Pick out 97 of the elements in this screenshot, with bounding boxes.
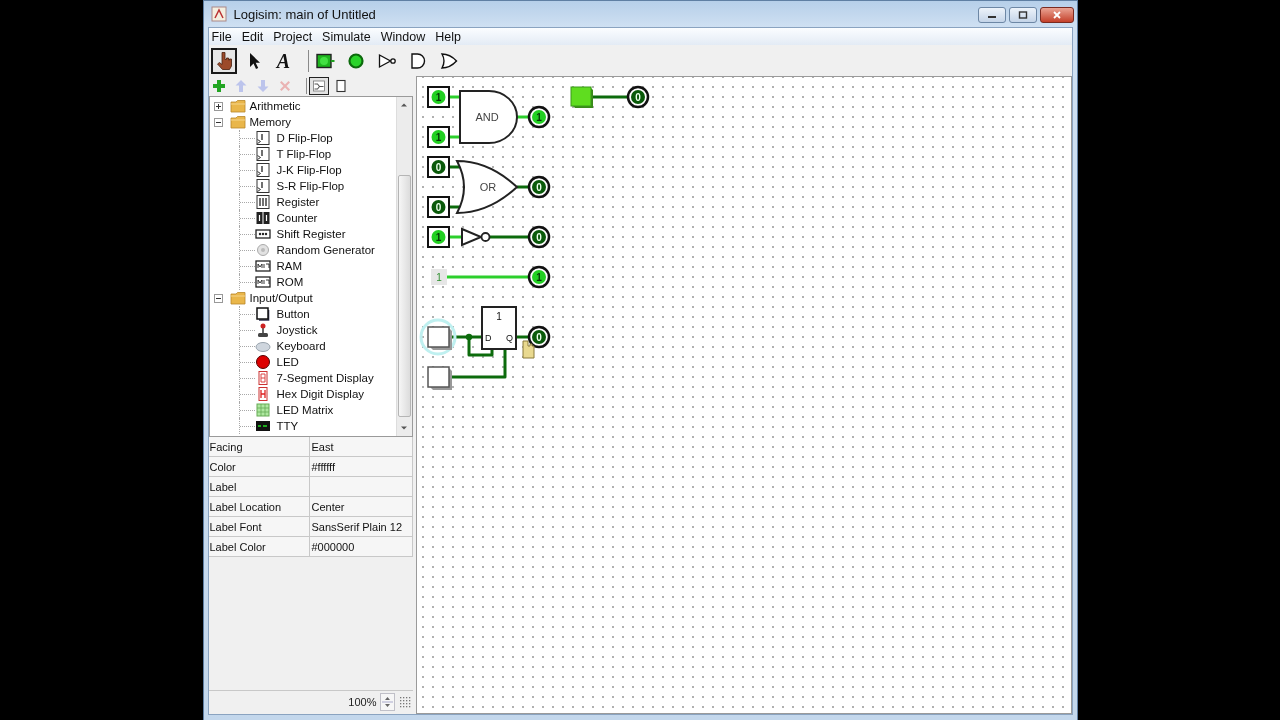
poke-tool-button[interactable] [210,47,237,74]
tree-item[interactable]: Shift Register [276,228,346,240]
flip-flop-icon [254,178,271,194]
or-gate: OR [455,160,518,214]
menu-item[interactable]: Window [380,29,426,44]
cursor-icon [522,340,534,359]
close-button[interactable] [1039,7,1074,23]
tree-expander-icon[interactable] [213,101,223,111]
flip-flop-icon [254,162,271,178]
and-gate: AND [458,90,518,144]
menu-item[interactable]: Project [273,29,313,44]
tree-item[interactable]: Joystick [276,324,318,336]
flip-flop: 1 D Q [480,306,517,350]
tree-item[interactable]: Keyboard [276,340,326,352]
menu-item[interactable]: File [211,29,232,44]
tree-item[interactable]: T Flip-Flop [276,148,332,160]
tree-item[interactable]: J-K Flip-Flop [276,164,342,176]
input-pin[interactable]: 1 [426,86,450,108]
folder-icon [229,290,246,306]
menu-item[interactable]: Edit [241,29,264,44]
tree-item[interactable]: Arithmetic [249,100,301,112]
led-icon [254,354,271,370]
terminal-icon [254,418,271,434]
attribute-name: Label Color [208,537,310,557]
tree-item[interactable]: Input/Output [249,292,313,304]
window-title: Logisim: main of Untitled [233,6,376,22]
tree-item[interactable]: Counter [276,212,318,224]
folder-icon [229,98,246,114]
flip-flop-icon [254,146,271,162]
tree-item[interactable]: Register [276,196,320,208]
disc-icon [254,242,271,258]
tree-item[interactable]: ROM [276,276,304,288]
output-pin: 0 [527,225,550,249]
attribute-name: Facing [208,437,310,457]
push-button[interactable] [426,326,452,350]
shift-register-icon [254,226,271,242]
tree-item[interactable]: TTY [276,420,299,432]
folder-icon [229,114,246,130]
memory-chip-icon [254,274,271,290]
grid-icon [398,695,411,708]
minimize-button[interactable] [977,7,1006,23]
circuit-layout-icon [311,79,326,93]
tree-item[interactable]: Memory [249,116,292,128]
tree-expander-icon[interactable] [213,117,223,127]
up-arrow-icon [233,79,248,93]
tree-item[interactable]: LED [276,356,299,368]
zoom-level: 100% [348,695,377,708]
or-gate-icon [438,50,459,71]
constant: 1 [430,269,447,285]
tree-item[interactable]: Hex Digit Display [276,388,365,400]
led-matrix-icon [254,402,271,418]
attribute-value[interactable]: #000000 [309,537,412,557]
attribute-value[interactable]: #ffffff [309,457,412,477]
tree-item[interactable]: Button [276,308,310,320]
flip-flop-icon [254,130,271,146]
maximize-icon [1017,11,1028,19]
app-logo-icon [210,6,227,22]
layout-view-button[interactable] [308,77,329,95]
menu-item[interactable]: Help [435,29,461,44]
text-tool-button[interactable]: A [270,47,297,74]
input-pin[interactable]: 1 [426,126,450,148]
register-icon [254,194,271,210]
input-pin[interactable]: 1 [426,226,450,248]
tree-item[interactable]: D Flip-Flop [276,132,333,144]
attribute-name: Label [208,477,310,497]
output-pin-icon [345,50,366,71]
tree-item[interactable]: LED Matrix [276,404,334,416]
output-pin: 0 [527,175,550,199]
tree-expander-icon[interactable] [213,293,223,303]
push-button[interactable] [426,366,452,390]
attribute-value[interactable]: East [309,437,412,457]
tree-item[interactable]: 7-Segment Display [276,372,374,384]
attribute-name: Label Location [208,497,310,517]
output-pin: 1 [527,265,550,289]
attribute-value[interactable]: SansSerif Plain 12 [309,517,412,537]
maximize-button[interactable] [1008,7,1037,23]
delete-icon [277,79,292,93]
memory-chip-icon [254,258,271,274]
input-pin[interactable]: 0 [426,196,450,218]
zoom-spinner[interactable] [379,692,395,711]
page-icon [333,79,348,93]
attribute-name: Color [208,457,310,477]
scrollbar-thumb[interactable] [397,175,411,417]
tree-item[interactable]: S-R Flip-Flop [276,180,345,192]
not-gate [460,227,490,247]
counter-icon [254,210,271,226]
menu-item[interactable]: Simulate [322,29,371,44]
output-pin: 1 [527,105,550,129]
attribute-value[interactable]: Center [309,497,412,517]
output-pin: 0 [626,85,649,109]
plus-icon [211,79,226,93]
tree-item[interactable]: Random Generator [276,244,375,256]
push-button-icon [254,306,271,322]
input-pin[interactable]: 0 [426,156,450,178]
attribute-name: Label Font [208,517,310,537]
tree-item[interactable]: RAM [276,260,303,272]
close-icon [1051,11,1062,19]
